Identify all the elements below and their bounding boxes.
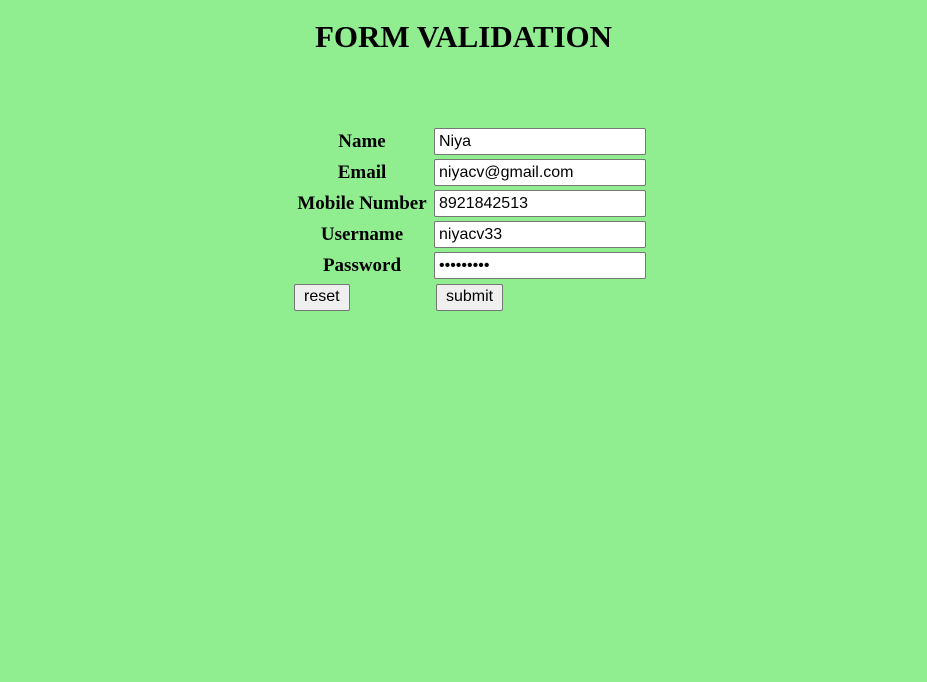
reset-button[interactable]: reset <box>294 283 350 311</box>
username-row: Username <box>292 219 646 250</box>
submit-button[interactable]: submit <box>436 283 504 311</box>
validation-form: Name Email Mobile Number Username Passwo… <box>292 126 646 313</box>
email-row: Email <box>292 157 646 188</box>
email-input[interactable] <box>434 159 646 186</box>
button-row: reset submit <box>292 281 646 313</box>
password-label: Password <box>322 254 402 276</box>
mobile-number-input[interactable] <box>434 190 646 217</box>
email-label: Email <box>337 161 387 183</box>
password-row: Password <box>292 250 646 281</box>
name-input[interactable] <box>434 128 646 155</box>
name-label: Name <box>338 130 386 152</box>
page-title: FORM VALIDATION <box>314 19 613 54</box>
username-input[interactable] <box>434 221 646 248</box>
mobile-number-label: Mobile Number <box>297 192 427 214</box>
name-row: Name <box>292 126 646 157</box>
password-input[interactable] <box>434 252 646 279</box>
submit-cell: submit <box>436 283 504 311</box>
mobile-number-row: Mobile Number <box>292 188 646 219</box>
reset-cell: reset <box>292 283 434 311</box>
username-label: Username <box>320 223 404 245</box>
